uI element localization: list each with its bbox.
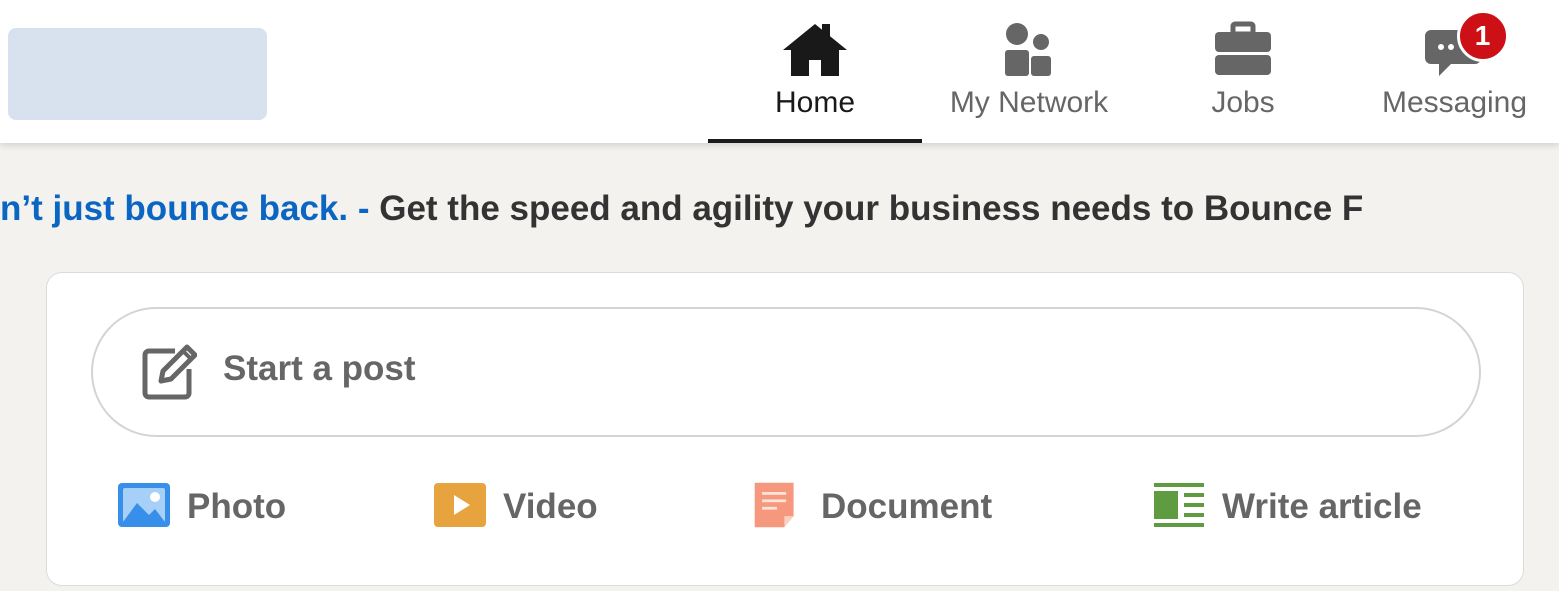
briefcase-icon — [1215, 21, 1271, 75]
video-label: Video — [503, 487, 598, 526]
nav-label-home: Home — [774, 86, 856, 119]
ad-separator: - — [348, 189, 380, 228]
write-article-label: Write article — [1222, 487, 1422, 526]
ad-headline-link[interactable]: n’t just bounce back. — [0, 189, 348, 228]
start-post-button[interactable]: Start a post — [91, 307, 1481, 437]
people-icon — [1005, 23, 1051, 76]
notification-badge: 1 — [1456, 10, 1509, 62]
article-icon — [1154, 483, 1204, 527]
active-indicator — [708, 139, 922, 143]
nav-item-my-network[interactable]: My Network — [922, 0, 1136, 143]
nav-item-messaging[interactable]: 1 Messaging — [1350, 0, 1559, 143]
write-article-button[interactable]: Write article — [1152, 473, 1482, 537]
nav-label-my-network: My Network — [949, 86, 1109, 119]
ad-banner[interactable]: n’t just bounce back. - Get the speed an… — [0, 184, 1559, 234]
nav-item-jobs[interactable]: Jobs — [1136, 0, 1350, 143]
photo-button[interactable]: Photo — [117, 473, 317, 537]
document-label: Document — [821, 487, 993, 526]
search-input[interactable] — [8, 28, 267, 120]
video-button[interactable]: Video — [433, 473, 633, 537]
nav-item-home[interactable]: Home — [708, 0, 922, 143]
nav-label-messaging: Messaging — [1381, 86, 1528, 119]
nav-label-jobs: Jobs — [1211, 86, 1275, 119]
start-post-label: Start a post — [223, 349, 416, 388]
compose-icon — [142, 344, 197, 400]
share-box: Start a post Photo Video Document Write … — [46, 272, 1524, 586]
global-nav: Home My Network Jobs 1 Messaging — [0, 0, 1559, 143]
video-icon — [434, 483, 486, 527]
photo-icon — [118, 483, 170, 527]
document-button[interactable]: Document — [751, 473, 1031, 537]
home-icon — [783, 24, 847, 76]
document-icon — [754, 482, 794, 528]
ad-body-text: Get the speed and agility your business … — [379, 189, 1364, 228]
photo-label: Photo — [187, 487, 287, 526]
